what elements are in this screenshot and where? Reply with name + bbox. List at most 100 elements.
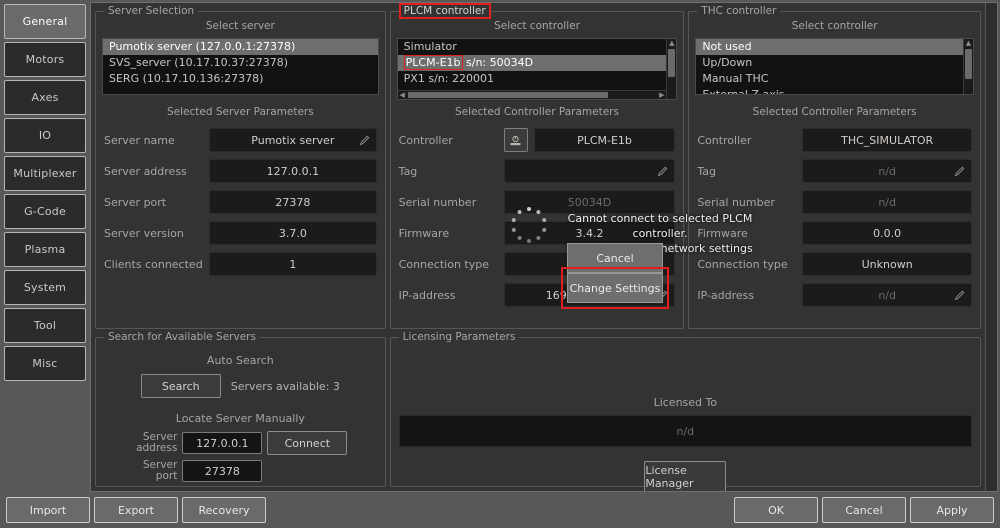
list-item[interactable]: PLCM-E1b s/n: 50034D xyxy=(397,55,677,71)
sidebar-item-label: Plasma xyxy=(24,243,66,256)
search-button[interactable]: Search xyxy=(140,374,221,398)
server-version-field: 3.7.0 xyxy=(209,221,377,245)
param-label: Server version xyxy=(104,226,184,240)
recovery-button[interactable]: Recovery xyxy=(182,497,266,523)
plcm-list-item-label: s/n: 50034D xyxy=(462,56,534,69)
sidebar-item-label: Axes xyxy=(31,91,59,104)
sidebar-item-label: General xyxy=(22,15,68,28)
param-value: PLCM-E1b xyxy=(577,133,632,147)
thc-params-list: Controller THC_SIMULATOR Tag n/d Serial … xyxy=(697,128,972,307)
plcm-list-horizontal-scrollbar[interactable]: ◀ ▶ xyxy=(397,90,667,99)
top-section-row: Server Selection Select server Pumotix s… xyxy=(91,3,985,333)
param-row-serial-number: Serial number 50034D xyxy=(399,190,676,214)
param-label: Serial number xyxy=(697,195,775,209)
server-address-label: Server address xyxy=(136,431,178,454)
list-item[interactable]: SERG (10.17.10.136:27378) xyxy=(103,71,378,87)
server-params-list: Server name Pumotix server Server addres… xyxy=(104,128,377,276)
param-value: Pumotix server xyxy=(251,133,335,147)
device-icon xyxy=(510,135,521,145)
sidebar-item-misc[interactable]: Misc xyxy=(4,346,86,381)
list-item[interactable]: PX1 s/n: 220001 xyxy=(398,71,677,87)
auto-search-row: Search Servers available: 3 xyxy=(96,374,385,398)
content-vertical-scrollbar[interactable] xyxy=(985,3,997,491)
param-label: Clients connected xyxy=(104,257,203,271)
sidebar-item-system[interactable]: System xyxy=(4,270,86,305)
scroll-up-arrow-icon[interactable]: ▲ xyxy=(964,39,973,48)
import-button[interactable]: Import xyxy=(6,497,90,523)
sidebar-item-plasma[interactable]: Plasma xyxy=(4,232,86,267)
content-inner: Server Selection Select server Pumotix s… xyxy=(91,3,985,491)
auto-search-header: Auto Search xyxy=(206,354,274,367)
thc-controller-list[interactable]: Not used Up/Down Manual THC External Z a… xyxy=(695,38,974,95)
scroll-left-arrow-icon[interactable]: ◀ xyxy=(398,91,407,99)
locate-manually-header: Locate Server Manually xyxy=(175,412,305,425)
server-list-item-label: Pumotix server (127.0.0.1:27378) xyxy=(109,40,296,53)
edit-pencil-icon[interactable] xyxy=(658,166,668,176)
manual-server-port-input[interactable]: 27378 xyxy=(182,460,263,482)
scroll-up-arrow-icon[interactable]: ▲ xyxy=(667,39,676,48)
sidebar-item-gcode[interactable]: G-Code xyxy=(4,194,86,229)
sidebar-item-multiplexer[interactable]: Multiplexer xyxy=(4,156,86,191)
clients-connected-field: 1 xyxy=(209,252,377,276)
sidebar-item-general[interactable]: General xyxy=(4,4,86,39)
select-controller-header: Select controller xyxy=(494,20,580,32)
connect-button[interactable]: Connect xyxy=(267,431,348,455)
sidebar-item-axes[interactable]: Axes xyxy=(4,80,86,115)
thc-tag-field[interactable]: n/d xyxy=(802,159,972,183)
list-item[interactable]: Not used xyxy=(696,39,973,55)
server-name-field[interactable]: Pumotix server xyxy=(209,128,377,152)
apply-button[interactable]: Apply xyxy=(910,497,994,523)
param-value: n/d xyxy=(878,288,896,302)
cancel-button[interactable]: Cancel xyxy=(822,497,906,523)
license-manager-button[interactable]: License Manager xyxy=(644,461,727,491)
scroll-thumb[interactable] xyxy=(407,92,608,98)
param-value: 1 xyxy=(289,257,297,271)
param-label: Server port xyxy=(104,195,167,209)
thc-ip-address-field[interactable]: n/d xyxy=(802,283,972,307)
list-item[interactable]: SVS_server (10.17.10.37:27378) xyxy=(103,55,378,71)
server-list[interactable]: Pumotix server (127.0.0.1:27378) SVS_ser… xyxy=(102,38,379,95)
list-item[interactable]: Up/Down xyxy=(696,55,973,71)
param-row-server-version: Server version 3.7.0 xyxy=(104,221,377,245)
list-item[interactable]: Simulator xyxy=(398,39,677,55)
sidebar-item-io[interactable]: IO xyxy=(4,118,86,153)
sidebar-item-motors[interactable]: Motors xyxy=(4,42,86,77)
device-icon-button[interactable] xyxy=(503,128,528,152)
ok-button[interactable]: OK xyxy=(734,497,818,523)
plcm-tag-field[interactable] xyxy=(503,159,676,183)
plcm-controller-list[interactable]: Simulator PLCM-E1b s/n: 50034D PX1 s/n: … xyxy=(396,38,678,100)
scroll-thumb[interactable] xyxy=(668,49,676,77)
general-settings-panel: Server Selection Select server Pumotix s… xyxy=(90,2,998,492)
dialog-change-settings-button[interactable]: Change Settings xyxy=(567,273,663,303)
scroll-thumb[interactable] xyxy=(964,49,972,79)
manual-server-address-input[interactable]: 127.0.0.1 xyxy=(182,432,263,454)
sidebar-item-label: IO xyxy=(38,129,52,142)
thc-list-item-label: Manual THC xyxy=(702,72,769,85)
plcm-list-vertical-scrollbar[interactable]: ▲ xyxy=(666,39,677,99)
server-list-item-label: SERG (10.17.10.136:27378) xyxy=(109,72,264,85)
edit-pencil-icon[interactable] xyxy=(359,135,370,145)
param-label: Controller xyxy=(697,133,752,147)
sidebar-item-tool[interactable]: Tool xyxy=(4,308,86,343)
plcm-serial-number-field: 50034D xyxy=(503,190,676,214)
param-label: Serial number xyxy=(398,195,477,209)
scroll-right-arrow-icon[interactable]: ▶ xyxy=(657,91,666,99)
thc-serial-number-field: n/d xyxy=(802,190,972,214)
list-item[interactable]: Pumotix server (127.0.0.1:27378) xyxy=(103,39,378,55)
thc-controller-title: THC controller xyxy=(697,5,781,17)
sidebar-nav: General Motors Axes IO Multiplexer G-Cod… xyxy=(0,0,90,492)
plcm-list-item-highlight: PLCM-E1b xyxy=(403,55,463,70)
list-item[interactable]: Manual THC xyxy=(696,71,973,87)
param-label: IP-address xyxy=(697,288,755,302)
param-label: Firmware xyxy=(398,226,450,240)
search-servers-column: Search for Available Servers Auto Search… xyxy=(91,331,388,491)
param-label: Server name xyxy=(104,133,175,147)
edit-pencil-icon[interactable] xyxy=(954,290,965,300)
thc-list-vertical-scrollbar[interactable]: ▲ xyxy=(962,39,973,94)
list-item[interactable]: External Z axis xyxy=(696,87,973,94)
dialog-cancel-button[interactable]: Cancel xyxy=(567,243,663,273)
edit-pencil-icon[interactable] xyxy=(954,166,965,176)
thc-firmware-field: 0.0.0 xyxy=(802,221,972,245)
export-button[interactable]: Export xyxy=(94,497,178,523)
thc-controller-group: THC controller Select controller Not use… xyxy=(688,5,981,329)
